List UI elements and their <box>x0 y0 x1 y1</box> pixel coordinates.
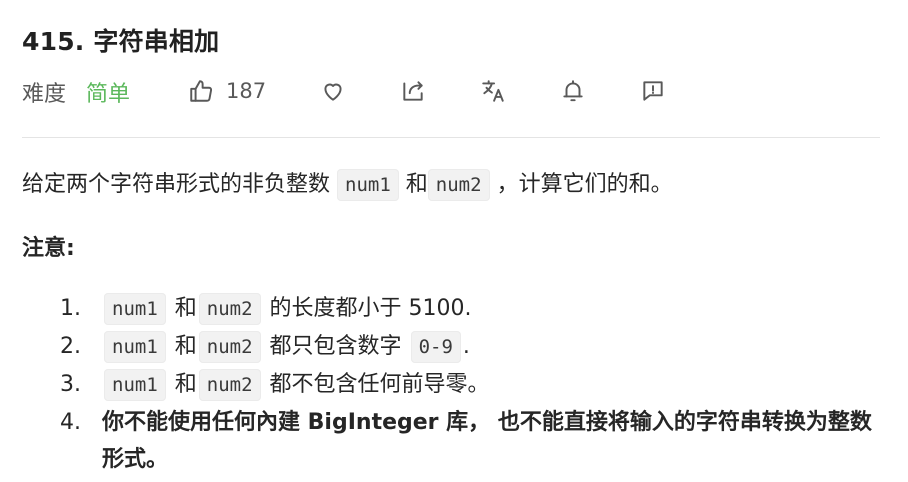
thumbs-up-icon <box>190 80 213 102</box>
code-num1: num1 <box>337 169 399 201</box>
note-text: 你不能使用任何內建 BigInteger 库， 也不能直接将输入的字符串转换为整… <box>102 410 872 472</box>
problem-description: 给定两个字符串形式的非负整数 num1 和 num2 ，计算它们的和。 <box>22 165 673 205</box>
difficulty-badge: 简单 <box>86 82 131 107</box>
list-item-number: 4. <box>60 410 81 435</box>
note-text: 都只包含数字 <box>269 334 402 359</box>
share-icon <box>403 81 423 101</box>
intro-suffix: ，计算它们的和。 <box>496 172 673 197</box>
heart-icon <box>324 83 342 101</box>
code-num2: num2 <box>198 369 261 401</box>
note-text: 的长度都小于 5100. <box>269 296 472 321</box>
list-item: 1. num1 和 num2 的长度都小于 5100. <box>60 290 890 328</box>
code-num2: num2 <box>427 169 490 201</box>
problem-title: 415. 字符串相加 <box>22 27 220 56</box>
share-button[interactable] <box>400 78 426 104</box>
like-button[interactable]: 187 <box>188 78 266 104</box>
bell-icon <box>563 80 583 102</box>
code-num1: num1 <box>104 331 166 363</box>
intro-and: 和 <box>405 172 428 197</box>
and-text: 和 <box>174 372 197 397</box>
list-item-number: 3. <box>60 372 81 397</box>
feedback-button[interactable] <box>640 78 666 104</box>
intro-prefix: 给定两个字符串形式的非负整数 <box>22 172 331 197</box>
and-text: 和 <box>174 296 197 321</box>
translate-icon <box>482 80 504 102</box>
code-num1: num1 <box>104 369 166 401</box>
code-digits: 0-9 <box>410 331 461 363</box>
problem-toolbar: 难度 简单 <box>22 74 130 110</box>
problem-page: 415. 字符串相加 难度 简单 187 给定两个字符串形式的非负整数 num1… <box>0 0 908 482</box>
list-item: 4. 你不能使用任何內建 BigInteger 库， 也不能直接将输入的字符串转… <box>60 404 890 478</box>
list-item: 2. num1 和 num2 都只包含数字 0-9. <box>60 328 890 366</box>
translate-button[interactable] <box>480 78 506 104</box>
favorite-button[interactable] <box>320 78 346 104</box>
like-count: 187 <box>226 79 267 103</box>
code-num1: num1 <box>104 293 166 325</box>
list-item-number: 2. <box>60 334 81 359</box>
note-suffix: . <box>462 334 470 359</box>
difficulty-label: 难度 <box>22 82 67 107</box>
note-heading: 注意: <box>22 236 75 261</box>
code-num2: num2 <box>198 331 261 363</box>
list-item: 3. num1 和 num2 都不包含任何前导零。 <box>60 366 890 404</box>
list-item-number: 1. <box>60 296 81 321</box>
notes-list: 1. num1 和 num2 的长度都小于 5100. 2. num1 和 num2… <box>60 290 890 478</box>
toolbar-divider <box>22 137 880 138</box>
notification-button[interactable] <box>560 78 586 104</box>
feedback-icon <box>643 81 663 101</box>
and-text: 和 <box>174 334 197 359</box>
note-text: 都不包含任何前导零。 <box>269 372 490 397</box>
code-num2: num2 <box>198 293 261 325</box>
